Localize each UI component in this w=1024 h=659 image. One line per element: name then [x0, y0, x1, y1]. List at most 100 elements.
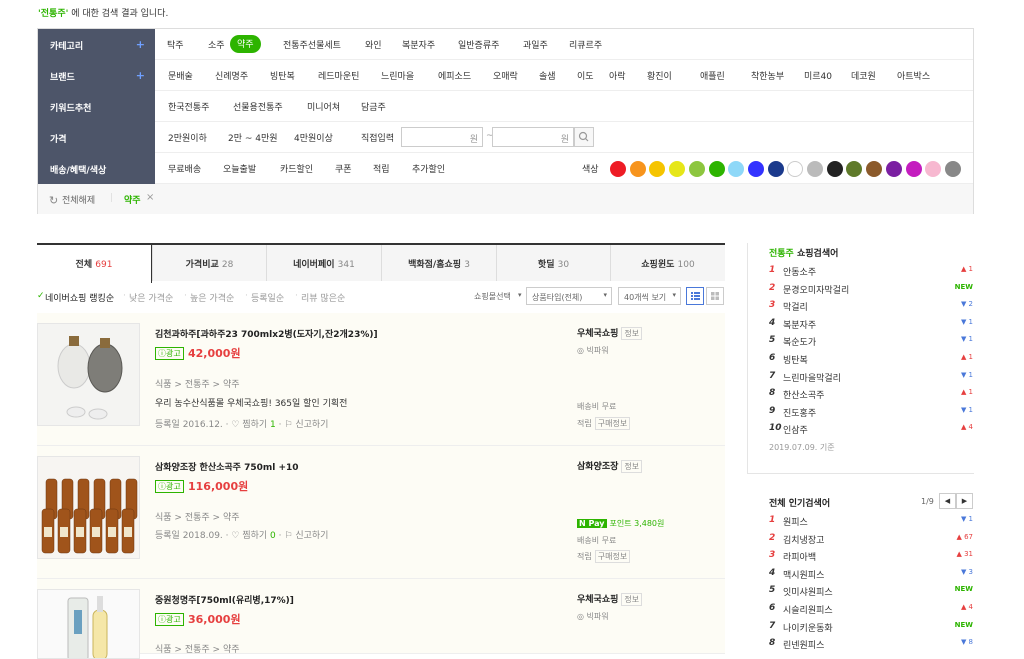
rank-item[interactable]: 7 나이키운동화 NEW	[769, 621, 973, 638]
sort-option[interactable]: 높은 가격순	[190, 291, 234, 304]
grid-view-button[interactable]	[706, 287, 724, 305]
price-option[interactable]: 4만원이상	[294, 131, 333, 144]
brand-option[interactable]: 아트박스	[897, 69, 930, 82]
rank-keyword[interactable]: 문경오미자막걸리	[783, 283, 849, 296]
product-item[interactable]: 중원청명주[750ml(유리병,17%)] ⓘ광고 36,000원 식품 > 전…	[37, 579, 725, 659]
product-item[interactable]: 김천과하주[과하주23 700mlx2병(도자기,잔2개23%)] ⓘ광고 42…	[37, 313, 725, 446]
color-swatch[interactable]	[708, 161, 725, 177]
price-max-input[interactable]: 원	[492, 127, 574, 147]
rank-item[interactable]: 1 원피스 ▼ 1	[769, 515, 973, 532]
reset-icon[interactable]: ↻	[49, 194, 58, 207]
color-swatch[interactable]	[728, 161, 745, 177]
chip-close-icon[interactable]: ×	[146, 192, 154, 203]
sort-option[interactable]: 네이버쇼핑 랭킹순	[45, 291, 114, 304]
report-icon[interactable]: ⚐	[284, 420, 292, 430]
color-swatch[interactable]	[747, 161, 764, 177]
color-swatch[interactable]	[846, 161, 863, 177]
wish-button[interactable]: 찜하기	[242, 420, 267, 430]
color-swatch[interactable]	[629, 161, 646, 177]
per-page-select[interactable]: 40개씩 보기 ▾	[618, 287, 681, 305]
rank-keyword[interactable]: 시슬리원피스	[783, 603, 833, 616]
mall-info-tag[interactable]: 정보	[621, 460, 643, 473]
sort-option[interactable]: 등록일순	[251, 291, 284, 304]
report-button[interactable]: 신고하기	[295, 531, 328, 541]
rank-keyword[interactable]: 라피아백	[783, 550, 816, 563]
mall-name[interactable]: 우체국쇼핑 정보	[577, 592, 643, 606]
category-option[interactable]: 전통주선물세트	[283, 38, 341, 51]
brand-option[interactable]: 오매락	[493, 69, 518, 82]
rank-keyword[interactable]: 막걸리	[783, 300, 808, 313]
keyword-option[interactable]: 선물용전통주	[233, 100, 283, 113]
wish-button[interactable]: 찜하기	[242, 531, 267, 541]
rank-keyword[interactable]: 잇미샤원피스	[783, 585, 833, 598]
expand-plus-icon[interactable]: +	[136, 69, 145, 82]
heart-icon[interactable]: ♡	[231, 420, 239, 430]
tab-2[interactable]: 가격비교 28	[152, 245, 266, 281]
rank-keyword[interactable]: 린넨원피스	[783, 638, 824, 651]
rank-keyword[interactable]: 진도홍주	[783, 406, 816, 419]
category-option[interactable]: 복분자주	[402, 38, 435, 51]
product-type-select[interactable]: 상품타입(전체) ▾	[526, 287, 612, 305]
mall-name[interactable]: 삼화양조장 정보	[577, 459, 643, 473]
rank-keyword[interactable]: 김치냉장고	[783, 533, 824, 546]
rank-item[interactable]: 1 안동소주 ▲ 1	[769, 265, 973, 282]
product-title[interactable]: 중원청명주[750ml(유리병,17%)]	[155, 593, 294, 606]
rank-keyword[interactable]: 한산소곡주	[783, 388, 824, 401]
brand-option[interactable]: 애플린	[700, 69, 725, 82]
rank-item[interactable]: 3 라피아백 ▲ 31	[769, 550, 973, 567]
price-option[interactable]: 2만 ~ 4만원	[228, 131, 278, 144]
heart-icon[interactable]: ♡	[231, 531, 239, 541]
purchase-info-tag[interactable]: 구매정보	[594, 550, 631, 563]
tab-4[interactable]: 백화점/홈쇼핑 3	[381, 245, 496, 281]
list-view-button[interactable]	[686, 287, 704, 305]
sort-option[interactable]: 리뷰 많은순	[301, 291, 345, 304]
rank-item[interactable]: 8 한산소곡주 ▲ 1	[769, 388, 973, 405]
brand-option[interactable]: 에피소드	[438, 69, 471, 82]
sort-option[interactable]: 낮은 가격순	[129, 291, 173, 304]
rank-keyword[interactable]: 맥시원피스	[783, 568, 824, 581]
mall-info-tag[interactable]: 정보	[621, 593, 643, 606]
benefit-option[interactable]: 추가할인	[412, 162, 445, 175]
category-option[interactable]: 약주	[230, 35, 261, 53]
rank-keyword[interactable]: 안동소주	[783, 265, 816, 278]
keyword-option[interactable]: 담금주	[361, 100, 386, 113]
brand-option[interactable]: 착한농부	[751, 69, 784, 82]
product-item[interactable]: 삼화양조장 한산소곡주 750ml +10 ⓘ광고 116,000원 식품 > …	[37, 446, 725, 579]
product-image[interactable]	[37, 589, 140, 659]
rank-item[interactable]: 5 잇미샤원피스 NEW	[769, 585, 973, 602]
reset-all-button[interactable]: 전체해제	[62, 193, 95, 206]
filter-label-brand[interactable]: 브랜드 +	[38, 60, 155, 91]
mall-select[interactable]: 쇼핑몰선택	[474, 287, 511, 305]
color-swatch[interactable]	[925, 161, 942, 177]
expand-plus-icon[interactable]: +	[136, 38, 145, 51]
rank-item[interactable]: 4 복분자주 ▼ 1	[769, 318, 973, 335]
report-icon[interactable]: ⚐	[284, 531, 292, 541]
brand-option[interactable]: 레드마운틴	[318, 69, 359, 82]
rank-keyword[interactable]: 느린마을막걸리	[783, 371, 841, 384]
benefit-option[interactable]: 무료배송	[168, 162, 201, 175]
rank-item[interactable]: 6 시슬리원피스 ▲ 4	[769, 603, 973, 620]
rank-keyword[interactable]: 나이키운동화	[783, 621, 833, 634]
category-option[interactable]: 소주	[208, 38, 225, 51]
category-option[interactable]: 탁주	[167, 38, 184, 51]
color-swatch[interactable]	[787, 161, 804, 177]
color-swatch[interactable]	[944, 161, 961, 177]
benefit-option[interactable]: 카드할인	[280, 162, 313, 175]
mall-info-tag[interactable]: 정보	[621, 327, 643, 340]
brand-option[interactable]: 미르40	[804, 69, 832, 82]
tab-5[interactable]: 핫딜 30	[496, 245, 610, 281]
benefit-option[interactable]: 적립	[373, 162, 390, 175]
product-image[interactable]	[37, 456, 140, 559]
brand-option[interactable]: 아락	[609, 69, 626, 82]
brand-option[interactable]: 솔샘	[539, 69, 556, 82]
brand-option[interactable]: 데코원	[851, 69, 876, 82]
category-option[interactable]: 리큐르주	[569, 38, 602, 51]
mall-name[interactable]: 우체국쇼핑 정보	[577, 326, 643, 340]
brand-option[interactable]: 느린마을	[381, 69, 414, 82]
product-image[interactable]	[37, 323, 140, 426]
color-swatch[interactable]	[649, 161, 666, 177]
product-title[interactable]: 김천과하주[과하주23 700mlx2병(도자기,잔2개23%)]	[155, 327, 378, 340]
category-option[interactable]: 일반증류주	[458, 38, 499, 51]
rank-keyword[interactable]: 복분자주	[783, 318, 816, 331]
color-swatch[interactable]	[866, 161, 883, 177]
